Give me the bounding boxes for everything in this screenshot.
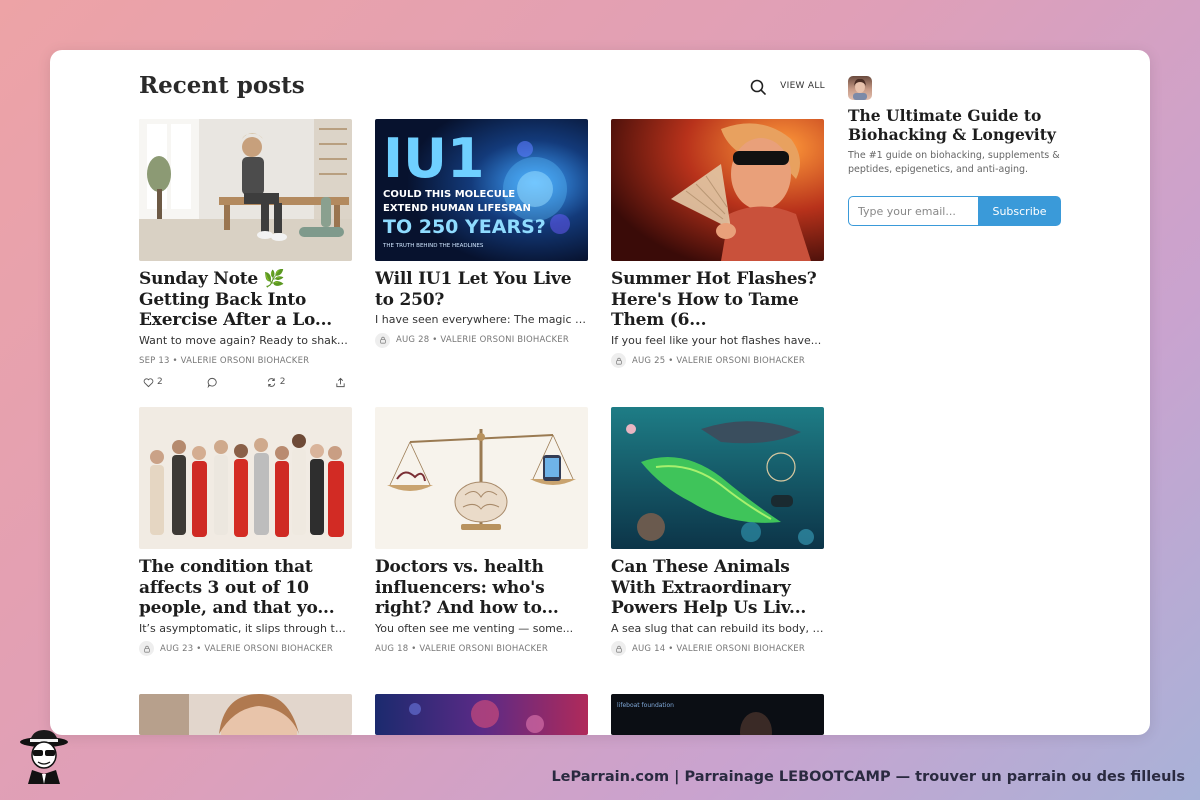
lifeboat-video-frame: lifeboat foundation — [611, 694, 824, 735]
iu1-cover-image: IU1 COULD THIS MOLECULE EXTEND HUMAN LIF… — [375, 119, 588, 261]
publication-title[interactable]: The Ultimate Guide to Biohacking & Longe… — [848, 106, 1068, 144]
post-thumbnail[interactable]: lifeboat foundation — [611, 694, 824, 735]
comment-button[interactable] — [207, 377, 218, 388]
post-title[interactable]: Summer Hot Flashes? Here's How to Tame T… — [611, 269, 824, 331]
share-button[interactable] — [335, 377, 346, 388]
post-card[interactable]: lifeboat foundation — [611, 694, 824, 735]
post-date: AUG 18 — [375, 643, 409, 654]
post-meta: AUG 23 • VALERIE ORSONI BIOHACKER — [139, 641, 352, 657]
post-meta: AUG 14 • VALERIE ORSONI BIOHACKER — [611, 641, 824, 657]
share-icon — [336, 377, 346, 387]
search-icon[interactable] — [749, 78, 767, 96]
post-thumbnail[interactable] — [139, 694, 352, 735]
post-author[interactable]: VALERIE ORSONI BIOHACKER — [419, 644, 548, 654]
post-card[interactable]: Sunday Note 🌿 Getting Back Into Exercise… — [139, 119, 352, 388]
exercise-photo — [139, 119, 352, 261]
post-author[interactable]: VALERIE ORSONI BIOHACKER — [181, 356, 310, 366]
post-excerpt: A sea slug that can rebuild its body, a.… — [611, 621, 824, 635]
post-title[interactable]: Will IU1 Let You Live to 250? — [375, 269, 588, 310]
post-actions: 2 2 — [139, 377, 352, 388]
restack-icon — [267, 377, 275, 387]
post-card[interactable]: Doctors vs. health influencers: who's ri… — [375, 407, 588, 657]
publication-description: The #1 guide on biohacking, supplements … — [848, 150, 1060, 175]
post-thumbnail[interactable] — [139, 119, 352, 261]
subscribe-form: Subscribe — [848, 196, 1061, 226]
heart-icon — [143, 377, 154, 387]
post-date: SEP 13 — [139, 355, 170, 366]
post-meta: SEP 13 • VALERIE ORSONI BIOHACKER — [139, 355, 310, 366]
like-count: 2 — [157, 377, 163, 387]
iu1-line-1: COULD THIS MOLECULE — [383, 189, 515, 200]
post-author[interactable]: VALERIE ORSONI BIOHACKER — [676, 644, 805, 654]
footer-caption: LeParrain.com | Parrainage LEBOOTCAMP — … — [551, 769, 1185, 785]
comment-icon — [207, 377, 217, 388]
iu1-line-3: TO 250 YEARS? — [383, 216, 546, 238]
restack-count: 2 — [279, 377, 286, 387]
post-author[interactable]: VALERIE ORSONI BIOHACKER — [440, 335, 569, 345]
post-meta: AUG 28 • VALERIE ORSONI BIOHACKER — [375, 332, 588, 348]
lifeboat-label: lifeboat foundation — [617, 702, 674, 709]
woman-portrait-photo — [139, 694, 352, 735]
post-meta: AUG 18 • VALERIE ORSONI BIOHACKER — [375, 643, 548, 654]
iu1-line-4: THE TRUTH BEHIND THE HEADLINES — [382, 243, 484, 249]
post-title[interactable]: Can These Animals With Extraordinary Pow… — [611, 557, 824, 619]
post-author[interactable]: VALERIE ORSONI BIOHACKER — [676, 356, 805, 366]
section-title: Recent posts — [139, 72, 305, 99]
group-people-photo — [139, 407, 352, 549]
iu1-big-text: IU1 — [383, 127, 485, 190]
post-thumbnail[interactable] — [375, 694, 588, 735]
post-thumbnail[interactable] — [611, 407, 824, 549]
email-input[interactable] — [848, 196, 978, 226]
post-thumbnail[interactable] — [375, 407, 588, 549]
like-button[interactable]: 2 — [143, 377, 163, 388]
post-date: AUG 28 — [396, 335, 430, 345]
post-title[interactable]: Sunday Note 🌿 Getting Back Into Exercise… — [139, 269, 352, 331]
post-thumbnail[interactable]: IU1 COULD THIS MOLECULE EXTEND HUMAN LIF… — [375, 119, 588, 261]
post-meta: AUG 25 • VALERIE ORSONI BIOHACKER — [611, 353, 824, 369]
view-all-link[interactable]: VIEW ALL — [780, 81, 825, 91]
post-date: AUG 14 — [632, 643, 666, 654]
post-date: AUG 25 — [632, 355, 666, 366]
post-card[interactable]: IU1 COULD THIS MOLECULE EXTEND HUMAN LIF… — [375, 119, 588, 348]
section-header: Recent posts VIEW ALL — [139, 72, 825, 102]
restack-button[interactable]: 2 — [266, 377, 286, 388]
avatar[interactable] — [848, 76, 872, 100]
post-title[interactable]: Doctors vs. health influencers: who's ri… — [375, 557, 588, 619]
content-card: Recent posts VIEW ALL Sunday Note 🌿 Gett… — [50, 50, 1150, 735]
lock-icon — [139, 641, 154, 656]
subscribe-button[interactable]: Subscribe — [978, 196, 1061, 226]
sea-creatures-illustration — [611, 407, 824, 549]
post-card[interactable]: Can These Animals With Extraordinary Pow… — [611, 407, 824, 657]
post-excerpt: Want to move again? Ready to shake ... — [139, 333, 352, 347]
lock-icon — [611, 641, 626, 656]
post-card[interactable]: The condition that affects 3 out of 10 p… — [139, 407, 352, 657]
lock-icon — [611, 353, 626, 368]
post-author[interactable]: VALERIE ORSONI BIOHACKER — [204, 644, 333, 654]
iu1-line-2: EXTEND HUMAN LIFESPAN — [383, 203, 531, 214]
scale-illustration — [375, 407, 588, 549]
post-excerpt: You often see me venting — some... — [375, 621, 574, 635]
post-excerpt: It’s asymptomatic, it slips through the.… — [139, 621, 352, 635]
lock-icon — [375, 332, 390, 348]
post-thumbnail[interactable] — [139, 407, 352, 549]
leparrain-mascot-logo — [20, 730, 68, 784]
sidebar: The Ultimate Guide to Biohacking & Longe… — [848, 76, 1068, 226]
post-card[interactable]: Summer Hot Flashes? Here's How to Tame T… — [611, 119, 824, 369]
post-title[interactable]: The condition that affects 3 out of 10 p… — [139, 557, 352, 619]
post-thumbnail[interactable] — [611, 119, 824, 261]
hot-flash-photo — [611, 119, 824, 261]
cells-illustration — [375, 694, 588, 735]
post-excerpt: If you feel like your hot flashes have..… — [611, 333, 822, 347]
post-date: AUG 23 — [160, 643, 194, 654]
post-card[interactable] — [139, 694, 352, 735]
post-card[interactable] — [375, 694, 588, 735]
post-excerpt: I have seen everywhere: The magic pi... — [375, 313, 588, 326]
